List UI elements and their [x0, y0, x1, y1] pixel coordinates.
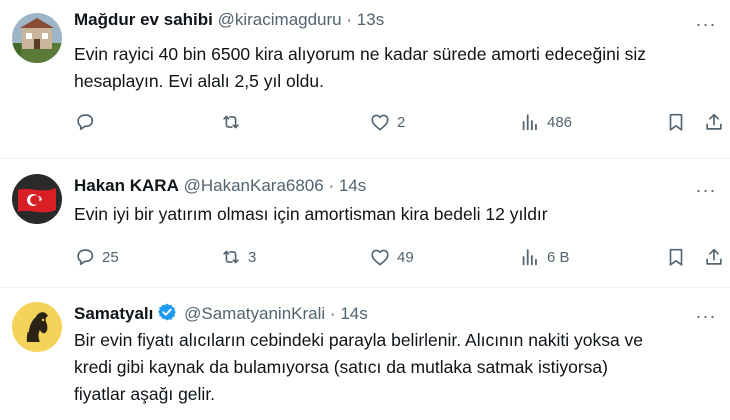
separator: · [328, 176, 335, 195]
views-icon [522, 249, 537, 266]
retweet-button[interactable]: 3 [220, 245, 256, 269]
tweet-text: Evin rayici 40 bin 6500 kira alıyorum ne… [74, 41, 714, 95]
views-button[interactable]: 486 [519, 110, 572, 134]
like-count: 2 [397, 113, 406, 131]
reply-icon [77, 114, 94, 131]
heart-icon [371, 249, 389, 266]
display-name[interactable]: Hakan KARA [74, 176, 179, 195]
views-count: 486 [547, 113, 573, 131]
bookmark-button[interactable] [665, 110, 687, 134]
bookmark-button[interactable] [665, 245, 687, 269]
views-count: 6 B [547, 248, 570, 266]
more-options-icon[interactable]: ··· [694, 15, 718, 38]
separator: · [329, 304, 336, 323]
tweet-text: Bir evin fiyatı alıcıların cebindeki par… [74, 327, 714, 408]
tweet-text-line: Evin iyi bir yatırım olması için amortis… [74, 204, 548, 224]
retweet-button[interactable] [220, 110, 248, 134]
tweet-1[interactable]: Mağdur ev sahibi @kiracimagduru · 13s ··… [0, 0, 730, 158]
verified-badge-icon [158, 303, 177, 321]
tweet-header: Hakan KARA @HakanKara6806 · 14s [74, 175, 366, 197]
tweet-header: Mağdur ev sahibi @kiracimagduru · 13s [74, 9, 384, 31]
reply-button[interactable] [74, 110, 102, 134]
share-button[interactable] [703, 245, 725, 269]
tweet-actions: 25 3 49 6 B [74, 245, 724, 269]
like-button[interactable]: 49 [369, 245, 414, 269]
heart-icon [371, 114, 389, 131]
tweet-text-line: Bir evin fiyatı alıcıların cebindeki par… [74, 330, 644, 350]
like-button[interactable]: 2 [369, 110, 405, 134]
display-name[interactable]: Samatyalı [74, 304, 153, 323]
tweet-text-line: kredi gibi kaynak da bulamıyorsa (satıcı… [74, 357, 608, 377]
timestamp[interactable]: 13s [357, 10, 384, 29]
bookmark-icon [669, 113, 683, 131]
timestamp[interactable]: 14s [340, 304, 367, 323]
avatar-hakankara6806[interactable] [12, 174, 62, 224]
retweet-icon [223, 250, 239, 264]
retweet-icon [223, 115, 239, 129]
tweet-header: Samatyalı @SamatyaninKrali · 14s [74, 302, 368, 325]
separator: · [346, 10, 353, 29]
tweet-actions: 2 486 [74, 110, 724, 134]
display-name[interactable]: Mağdur ev sahibi [74, 10, 213, 29]
share-icon [706, 248, 722, 265]
tweet-text-line: hesaplayın. Evi alalı 2,5 yıl oldu. [74, 71, 325, 91]
user-handle[interactable]: @kiracimagduru [218, 10, 342, 29]
reply-icon [77, 249, 94, 266]
tweet-text-line: Evin rayici 40 bin 6500 kira alıyorum ne… [74, 44, 646, 64]
user-handle[interactable]: @HakanKara6806 [184, 176, 324, 195]
avatar-kiracimagduru[interactable] [12, 13, 62, 63]
avatar-samatyaninkrali[interactable] [12, 302, 62, 352]
reply-count: 25 [102, 248, 119, 266]
tweet-text: Evin iyi bir yatırım olması için amortis… [74, 201, 714, 228]
user-handle[interactable]: @SamatyaninKrali [184, 304, 325, 323]
share-icon [706, 113, 722, 130]
timestamp[interactable]: 14s [339, 176, 366, 195]
tweet-text-line: fiyatlar aşağı gelir. [74, 384, 216, 404]
like-count: 49 [397, 248, 414, 266]
reply-button[interactable]: 25 [74, 245, 119, 269]
tweet-3[interactable]: Samatyalı @SamatyaninKrali · 14s ··· Bir… [0, 288, 730, 420]
tweet-2[interactable]: Hakan KARA @HakanKara6806 · 14s ··· Evin… [0, 159, 730, 287]
share-button[interactable] [703, 110, 725, 134]
views-icon [522, 114, 537, 131]
retweet-count: 3 [248, 248, 257, 266]
bookmark-icon [669, 248, 683, 266]
views-button[interactable]: 6 B [519, 245, 570, 269]
